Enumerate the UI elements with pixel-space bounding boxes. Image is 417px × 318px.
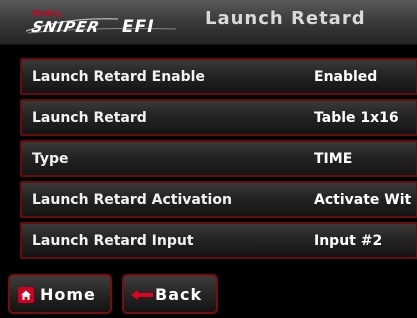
setting-value: TIME [314, 151, 353, 167]
setting-label: Launch Retard [32, 110, 147, 126]
setting-row-type[interactable]: Type TIME [20, 140, 417, 177]
home-button[interactable]: Home [8, 274, 112, 314]
setting-value: Activate Wit [314, 192, 412, 208]
setting-label: Launch Retard Input [32, 233, 194, 249]
setting-row-launch-retard-enable[interactable]: Launch Retard Enable Enabled [20, 58, 417, 95]
sniper-efi-logo: Holley SNIPER EFI [18, 8, 188, 38]
page-title: Launch Retard [205, 8, 366, 29]
setting-label: Type [32, 151, 69, 167]
logo-holley-text: Holley [32, 8, 61, 18]
setting-label: Launch Retard Activation [32, 192, 232, 208]
home-icon [18, 287, 34, 303]
setting-row-launch-retard[interactable]: Launch Retard Table 1x16 [20, 99, 417, 136]
back-button[interactable]: Back [122, 274, 218, 314]
header-bar: Holley SNIPER EFI Launch Retard [0, 0, 417, 45]
setting-value: Table 1x16 [314, 110, 399, 126]
setting-row-launch-retard-input[interactable]: Launch Retard Input Input #2 [20, 222, 417, 259]
setting-value: Input #2 [314, 233, 383, 249]
setting-value: Enabled [314, 69, 378, 85]
back-arrow-icon [131, 290, 153, 300]
setting-label: Launch Retard Enable [32, 69, 205, 85]
logo-efi-text: EFI [122, 17, 155, 37]
setting-row-launch-retard-activation[interactable]: Launch Retard Activation Activate Wit [20, 181, 417, 218]
logo-sniper-text: SNIPER [30, 18, 102, 36]
launch-retard-screen: Holley SNIPER EFI Launch Retard Launch R… [0, 0, 417, 318]
home-button-label: Home [40, 285, 96, 304]
back-button-label: Back [155, 285, 203, 304]
